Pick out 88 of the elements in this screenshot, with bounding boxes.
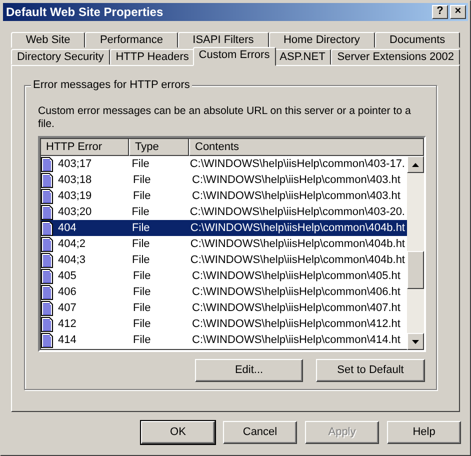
tab[interactable]: HTTP Headers	[110, 49, 195, 65]
type-cell-text: File	[131, 253, 151, 268]
tab[interactable]: Directory Security	[11, 49, 110, 65]
error-code: 404;3	[57, 253, 87, 268]
ok-button[interactable]: OK	[141, 421, 215, 444]
error-code: 406	[57, 285, 78, 300]
table-row[interactable]: 403;17 File C:\WINDOWS\help\iisHelp\common\403-17.	[40, 156, 407, 172]
group-title: Error messages for HTTP errors	[31, 79, 192, 92]
document-icon	[41, 332, 53, 348]
contents-cell-text: C:\WINDOWS\help\iisHelp\common\407.ht	[191, 301, 402, 316]
tab[interactable]: Documents	[374, 32, 460, 48]
scrollbar[interactable]	[407, 156, 424, 350]
description-text: Custom error messages can be an absolute URL on this server or a pointer to a file.	[38, 105, 412, 130]
document-icon	[41, 316, 53, 332]
error-code: 404;2	[57, 237, 87, 252]
up-arrow-icon	[412, 162, 419, 167]
cancel-button[interactable]: Cancel	[223, 421, 297, 444]
document-icon	[41, 300, 53, 316]
document-icon	[41, 252, 53, 268]
column-header[interactable]: HTTP Error	[40, 138, 129, 156]
error-code: 403;19	[57, 189, 93, 204]
tab[interactable]: Server Extensions 2002	[331, 49, 460, 65]
table-row[interactable]: 404;3 File C:\WINDOWS\help\iisHelp\common\404b.ht	[40, 252, 407, 268]
close-button[interactable]: ×	[450, 5, 466, 19]
table-row[interactable]: 403;19 File C:\WINDOWS\help\iisHelp\common\403.ht	[40, 188, 407, 204]
error-code: 414	[57, 333, 78, 348]
tab[interactable]: Custom Errors	[192, 47, 276, 66]
set-default-button[interactable]: Set to Default	[316, 359, 425, 382]
error-code: 405	[57, 269, 78, 284]
error-code: 407	[57, 301, 78, 316]
contents-cell-text: C:\WINDOWS\help\iisHelp\common\405.ht	[191, 269, 402, 284]
type-cell-text: File	[131, 237, 151, 252]
document-icon	[41, 284, 53, 300]
column-header[interactable]: Type	[129, 138, 189, 156]
table-row[interactable]: 406 File C:\WINDOWS\help\iisHelp\common\406.ht	[40, 284, 407, 300]
table-row[interactable]: 404 File C:\WINDOWS\help\iisHelp\common\404b.ht	[40, 220, 407, 236]
type-cell-text: File	[132, 301, 152, 316]
table-row[interactable]: 404;2 File C:\WINDOWS\help\iisHelp\common\404b.ht	[40, 236, 407, 252]
table-row[interactable]: 403;20 File C:\WINDOWS\help\iisHelp\common\403-20.	[40, 204, 407, 220]
table-row[interactable]: 405 File C:\WINDOWS\help\iisHelp\common\405.ht	[40, 268, 407, 284]
contents-cell-text: C:\WINDOWS\help\iisHelp\common\404b.ht	[189, 237, 406, 252]
error-list[interactable]	[38, 136, 426, 352]
document-icon	[41, 172, 53, 188]
type-cell-text: File	[130, 157, 150, 172]
tab[interactable]: Web Site	[11, 32, 86, 48]
type-cell-text: File	[132, 333, 152, 348]
error-code: 403;17	[57, 157, 93, 172]
document-icon	[41, 204, 53, 220]
error-code: 412	[57, 317, 78, 332]
contents-cell-text: C:\WINDOWS\help\iisHelp\common\406.ht	[191, 285, 402, 300]
contents-cell: C:\WINDOWS\help\iisHelp\common\404b.ht	[188, 221, 407, 236]
type-cell-text: File	[132, 173, 152, 188]
tab[interactable]: ASP.NET	[274, 49, 332, 65]
tab[interactable]: Home Directory	[268, 32, 375, 48]
table-row[interactable]: 412 File C:\WINDOWS\help\iisHelp\common\412.ht	[40, 316, 407, 332]
type-cell-text: File	[132, 317, 152, 332]
scroll-thumb[interactable]	[407, 251, 424, 290]
contents-cell-text: C:\WINDOWS\help\iisHelp\common\412.ht	[191, 317, 402, 332]
document-icon	[41, 188, 53, 204]
type-cell-text: File	[132, 269, 152, 284]
type-cell-text: File	[130, 205, 150, 220]
contents-cell-text: C:\WINDOWS\help\iisHelp\common\403.ht	[191, 189, 402, 204]
document-icon	[41, 156, 53, 172]
help-button[interactable]: ?	[432, 5, 448, 19]
table-row[interactable]: 407 File C:\WINDOWS\help\iisHelp\common\407.ht	[40, 300, 407, 316]
edit-button[interactable]: Edit...	[195, 359, 303, 382]
tab[interactable]: ISAPI Filters	[178, 32, 269, 48]
contents-cell-text: C:\WINDOWS\help\iisHelp\common\404b.ht	[189, 253, 406, 268]
scroll-up-button[interactable]	[407, 156, 424, 174]
type-cell-text: File	[132, 189, 152, 204]
error-code: 403;20	[57, 205, 93, 220]
document-icon	[41, 268, 53, 284]
error-code: 403;18	[57, 173, 93, 188]
contents-cell-text: C:\WINDOWS\help\iisHelp\common\414.ht	[191, 333, 402, 348]
document-icon	[41, 236, 53, 252]
scroll-down-button[interactable]	[407, 333, 424, 350]
table-row[interactable]: 414 File C:\WINDOWS\help\iisHelp\common\414.ht	[40, 332, 407, 348]
column-header[interactable]: Contents	[189, 138, 424, 156]
document-icon	[41, 220, 53, 236]
help-button[interactable]: Help	[387, 421, 461, 444]
contents-cell-text: C:\WINDOWS\help\iisHelp\common\403.ht	[191, 173, 402, 188]
type-cell-text: File	[132, 285, 152, 300]
contents-cell-text: C:\WINDOWS\help\iisHelp\common\403-20.	[188, 205, 406, 220]
window-title: Default Web Site Properties	[6, 4, 164, 20]
tab[interactable]: Performance	[85, 32, 178, 48]
down-arrow-icon	[412, 340, 419, 344]
contents-cell-text: C:\WINDOWS\help\iisHelp\common\403-17.	[188, 157, 406, 172]
table-row[interactable]: 403;18 File C:\WINDOWS\help\iisHelp\common\403.ht	[40, 172, 407, 188]
